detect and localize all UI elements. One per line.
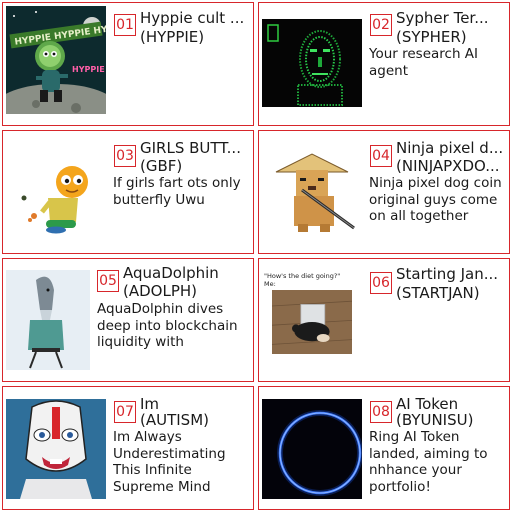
token-thumbnail xyxy=(6,399,106,499)
rank-badge: 02 xyxy=(370,14,392,36)
token-thumbnail xyxy=(262,146,362,240)
token-ticker: (ADOLPH) xyxy=(123,282,198,300)
meme-caption-line: Me: xyxy=(264,280,276,288)
token-ticker: (GBF) xyxy=(140,157,183,175)
token-ticker: (BYUNISU) xyxy=(396,411,474,429)
token-thumbnail: "How's the diet going?" Me: xyxy=(262,270,362,370)
token-thumbnail: HYPPIE HYPPIE HYPPIE HYPPIE HYPE xyxy=(6,6,106,114)
token-ticker: (HYPPIE) xyxy=(140,28,205,46)
token-description: Ninja pixel dog coin original guys come … xyxy=(369,175,502,224)
token-card[interactable]: "How's the diet going?" Me: 06 Starting … xyxy=(258,258,510,382)
token-ticker: (SYPHER) xyxy=(396,28,467,46)
rank-badge: 08 xyxy=(370,401,392,423)
token-name[interactable]: Ninja pixel d... xyxy=(396,139,506,157)
token-name[interactable]: Sypher Ter... xyxy=(396,9,506,27)
token-description: Your research AI agent xyxy=(369,46,479,79)
token-description: AquaDolphin dives deep into blockchain l… xyxy=(97,301,238,353)
meme-caption-line: "How's the diet going?" xyxy=(264,272,341,280)
token-thumbnail xyxy=(6,146,106,240)
token-card[interactable]: 05 AquaDolphin (ADOLPH) AquaDolphin dive… xyxy=(2,258,254,382)
token-card[interactable]: 04 Ninja pixel d... (NINJAPXDO... Ninja … xyxy=(258,130,510,254)
rank-badge: 01 xyxy=(114,14,136,36)
rank-badge: 04 xyxy=(370,145,392,167)
token-card[interactable]: 08 AI Token (BYUNISU) Ring AI Token land… xyxy=(258,386,510,510)
token-card[interactable]: 07 Im (AUTISM) Im Always Underestimating… xyxy=(2,386,254,510)
token-description: Ring AI Token landed, aiming to nhhance … xyxy=(369,429,488,495)
hyppie-side-text: HYPPIE HYPE xyxy=(72,65,106,74)
token-grid: HYPPIE HYPPIE HYPPIE HYPPIE HYPE 01 Hypp… xyxy=(0,0,512,512)
token-card[interactable]: HYPPIE HYPPIE HYPPIE HYPPIE HYPE 01 Hypp… xyxy=(2,2,254,126)
token-card[interactable]: 02 Sypher Ter... (SYPHER) Your research … xyxy=(258,2,510,126)
rank-badge: 03 xyxy=(114,145,136,167)
token-thumbnail xyxy=(262,19,362,107)
token-name[interactable]: AquaDolphin xyxy=(123,264,251,282)
token-thumbnail xyxy=(6,270,90,370)
token-name[interactable]: GIRLS BUTT... xyxy=(140,139,250,157)
rank-badge: 07 xyxy=(114,401,136,423)
token-name[interactable]: Starting Jan... xyxy=(396,265,506,283)
rank-badge: 06 xyxy=(370,272,392,294)
token-card[interactable]: 03 GIRLS BUTT... (GBF) If girls fart ots… xyxy=(2,130,254,254)
token-ticker: (NINJAPXDO... xyxy=(396,157,500,175)
meme-caption: "How's the diet going?" Me: xyxy=(264,272,340,288)
token-description: Im Always Underestimating This Infinite … xyxy=(113,429,226,495)
token-thumbnail xyxy=(262,399,362,499)
token-name[interactable]: Hyppie cult ... xyxy=(140,9,250,27)
token-ticker: (AUTISM) xyxy=(140,411,209,429)
token-description xyxy=(369,303,507,373)
token-description: If girls fart ots only butterfly Uwu xyxy=(113,175,241,208)
token-ticker: (STARTJAN) xyxy=(396,284,480,302)
token-description xyxy=(140,49,250,119)
rank-badge: 05 xyxy=(97,270,119,292)
